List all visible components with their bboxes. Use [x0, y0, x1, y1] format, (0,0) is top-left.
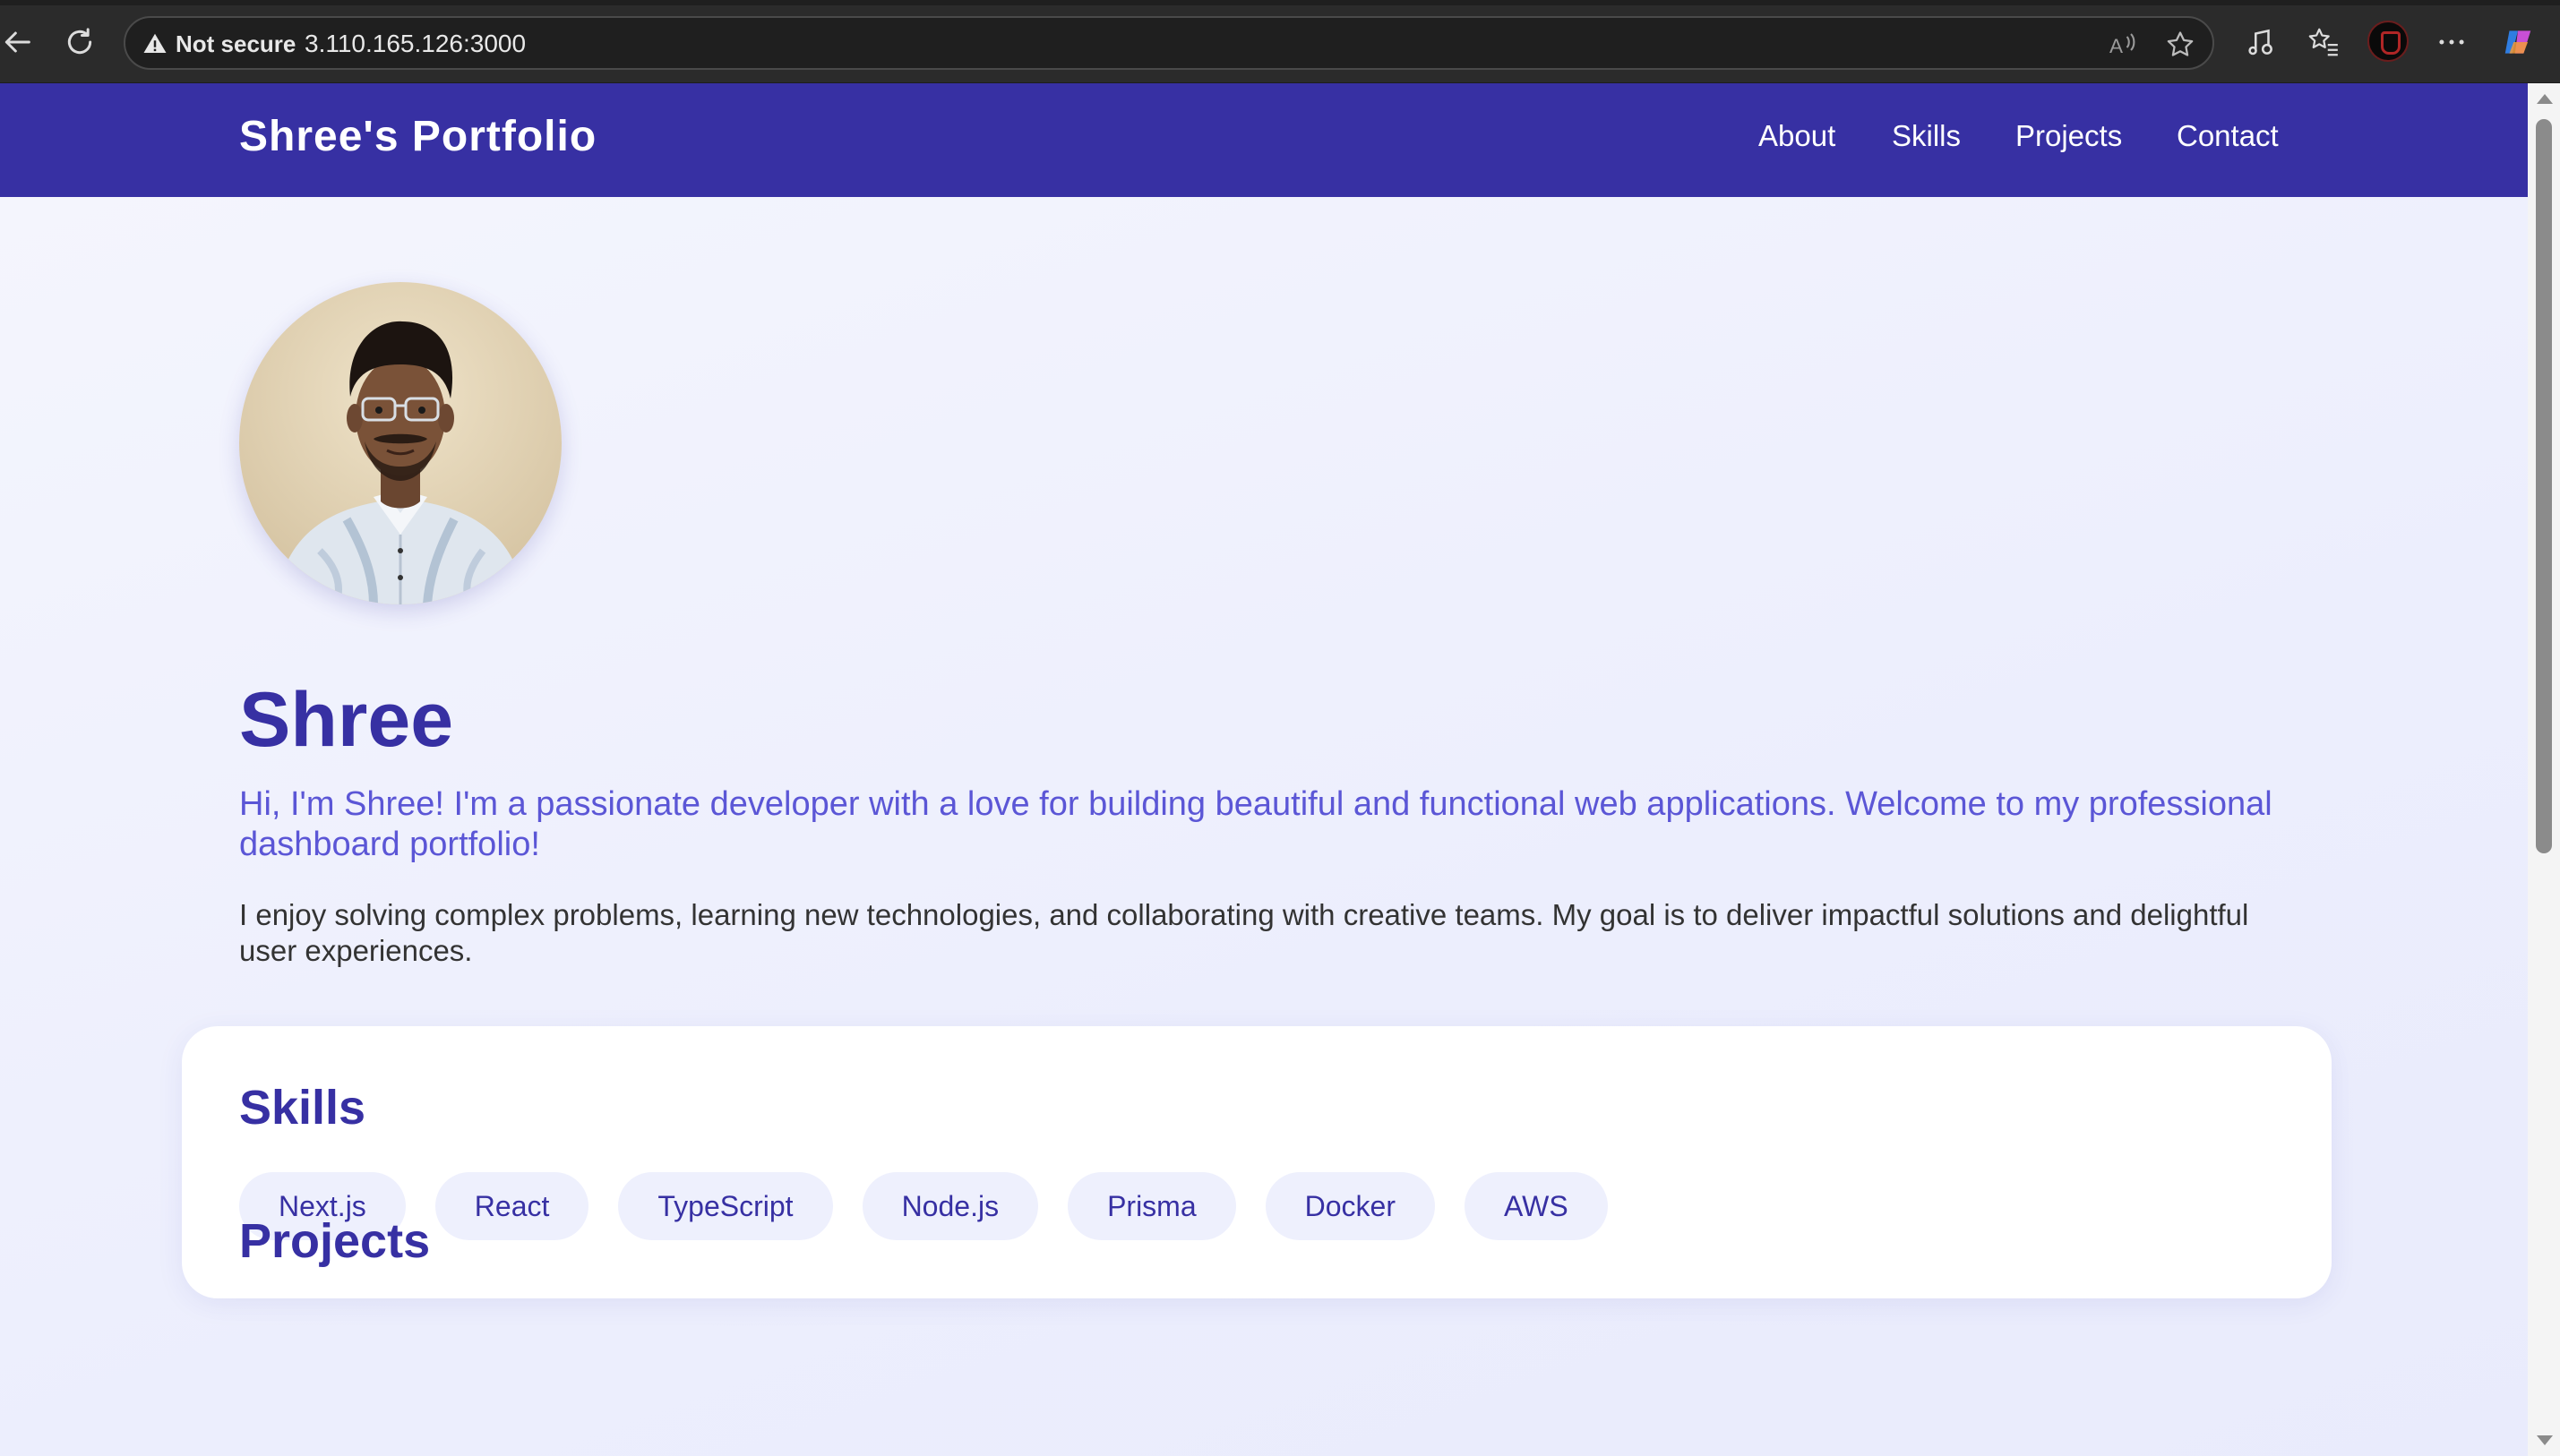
favorite-star-icon[interactable] — [2164, 29, 2196, 61]
site-brand[interactable]: Shree's Portfolio — [239, 112, 597, 161]
media-control-button[interactable] — [2241, 23, 2279, 61]
favorites-list-icon — [2308, 28, 2338, 56]
address-bar[interactable]: Not secure 3.110.165.126:3000 A — [124, 16, 2214, 70]
skill-chip: TypeScript — [618, 1172, 833, 1240]
page-scrollbar[interactable] — [2528, 83, 2560, 1456]
tab-strip-edge — [0, 0, 2560, 5]
hero-name: Shree — [239, 677, 454, 763]
skill-chip: Docker — [1265, 1172, 1435, 1240]
skills-list: Next.js React TypeScript Node.js Prisma … — [239, 1172, 1608, 1240]
site-navbar: Shree's Portfolio About Skills Projects … — [0, 83, 2528, 197]
security-status[interactable]: Not secure — [176, 30, 296, 58]
svg-text:A: A — [2109, 35, 2123, 57]
copilot-button[interactable] — [2499, 23, 2537, 61]
hero-about: I enjoy solving complex problems, learni… — [239, 898, 2249, 967]
back-arrow-icon — [4, 31, 30, 53]
portrait-image — [239, 282, 562, 604]
skill-chip: React — [434, 1172, 589, 1240]
read-aloud-icon[interactable]: A — [2107, 29, 2139, 61]
music-note-icon — [2248, 29, 2272, 56]
nav-link-about[interactable]: About — [1758, 119, 1835, 153]
back-button[interactable] — [0, 20, 39, 64]
skill-chip: Node.js — [862, 1172, 1039, 1240]
profile-photo — [239, 282, 562, 604]
copilot-icon — [2504, 30, 2531, 54]
nav-link-projects[interactable]: Projects — [2015, 119, 2122, 153]
url-text[interactable]: 3.110.165.126:3000 — [305, 30, 526, 58]
nav-link-skills[interactable]: Skills — [1892, 119, 1961, 153]
scroll-down-arrow-icon[interactable] — [2537, 1435, 2553, 1445]
nav-link-contact[interactable]: Contact — [2177, 119, 2279, 153]
projects-heading: Projects — [239, 1214, 431, 1268]
favorites-button[interactable] — [2305, 23, 2342, 61]
scroll-up-arrow-icon[interactable] — [2537, 94, 2553, 104]
skill-chip: Prisma — [1068, 1172, 1236, 1240]
skills-heading: Skills — [239, 1081, 366, 1135]
browser-toolbar: Not secure 3.110.165.126:3000 A — [0, 0, 2560, 83]
skills-card: Skills Next.js React TypeScript Node.js … — [182, 1026, 2332, 1298]
warning-icon — [143, 33, 167, 53]
profile-avatar[interactable] — [2367, 21, 2409, 62]
reload-icon — [67, 28, 92, 55]
skill-chip: AWS — [1464, 1172, 1608, 1240]
ellipsis-icon — [2439, 39, 2464, 45]
reload-button[interactable] — [57, 20, 102, 64]
scrollbar-thumb[interactable] — [2536, 119, 2552, 853]
more-options-button[interactable] — [2433, 23, 2470, 61]
hero-intro: Hi, I'm Shree! I'm a passionate develope… — [239, 785, 2272, 863]
